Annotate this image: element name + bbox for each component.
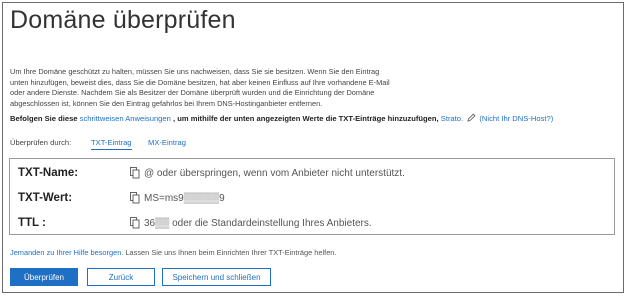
back-button[interactable]: Zurück: [87, 268, 155, 286]
txt-name-value: @ oder überspringen, wenn vom Anbieter n…: [144, 168, 405, 179]
ttl-label: TTL :: [18, 217, 46, 229]
dns-provider-name: Strato.: [440, 114, 464, 123]
txt-name-row: TXT-Name: @ oder überspringen, wenn vom …: [10, 161, 614, 186]
ttl-row: TTL : 36▒▒ oder die Standardeinstellung …: [10, 211, 614, 236]
intro-text: Um Ihre Domäne geschützt zu halten, müss…: [10, 67, 390, 108]
page-title: Domäne überprüfen: [10, 6, 236, 34]
txt-value-row: TXT-Wert: MS=ms9▒▒▒▒▒9: [10, 186, 614, 211]
save-and-close-button[interactable]: Speichern und schließen: [162, 268, 271, 286]
instructions-prefix: Befolgen Sie diese: [10, 114, 78, 123]
copy-icon[interactable]: [130, 216, 140, 229]
copy-icon[interactable]: [130, 191, 140, 204]
help-text: Lassen Sie uns Ihnen beim Einrichten Ihr…: [123, 248, 337, 257]
tab-mx-record[interactable]: MX-Eintrag: [148, 138, 186, 147]
verify-by-label: Überprüfen durch:: [10, 138, 72, 147]
ttl-value: 36▒▒ oder die Standardeinstellung Ihres …: [144, 218, 372, 229]
pencil-icon[interactable]: [467, 113, 476, 122]
step-by-step-link[interactable]: schrittweisen Anweisungen: [80, 114, 171, 123]
verify-button[interactable]: Überprüfen: [10, 268, 78, 286]
txt-value-label: TXT-Wert:: [18, 192, 73, 204]
copy-icon[interactable]: [130, 166, 140, 179]
dns-records-table: TXT-Name: @ oder überspringen, wenn vom …: [9, 158, 615, 235]
tab-txt-record[interactable]: TXT-Eintrag: [91, 138, 132, 150]
help-line: Jemanden zu Ihrer Hilfe besorgen. Lassen…: [10, 248, 336, 257]
txt-name-label: TXT-Name:: [18, 167, 79, 179]
get-help-link[interactable]: Jemanden zu Ihrer Hilfe besorgen.: [10, 248, 123, 257]
change-dns-host-link[interactable]: (Nicht Ihr DNS-Host?): [479, 114, 553, 123]
txt-value-value: MS=ms9▒▒▒▒▒9: [144, 193, 225, 204]
instructions: Befolgen Sie diese schrittweisen Anweisu…: [10, 113, 553, 123]
instructions-suffix: , um mithilfe der unten angezeigten Wert…: [172, 114, 439, 123]
